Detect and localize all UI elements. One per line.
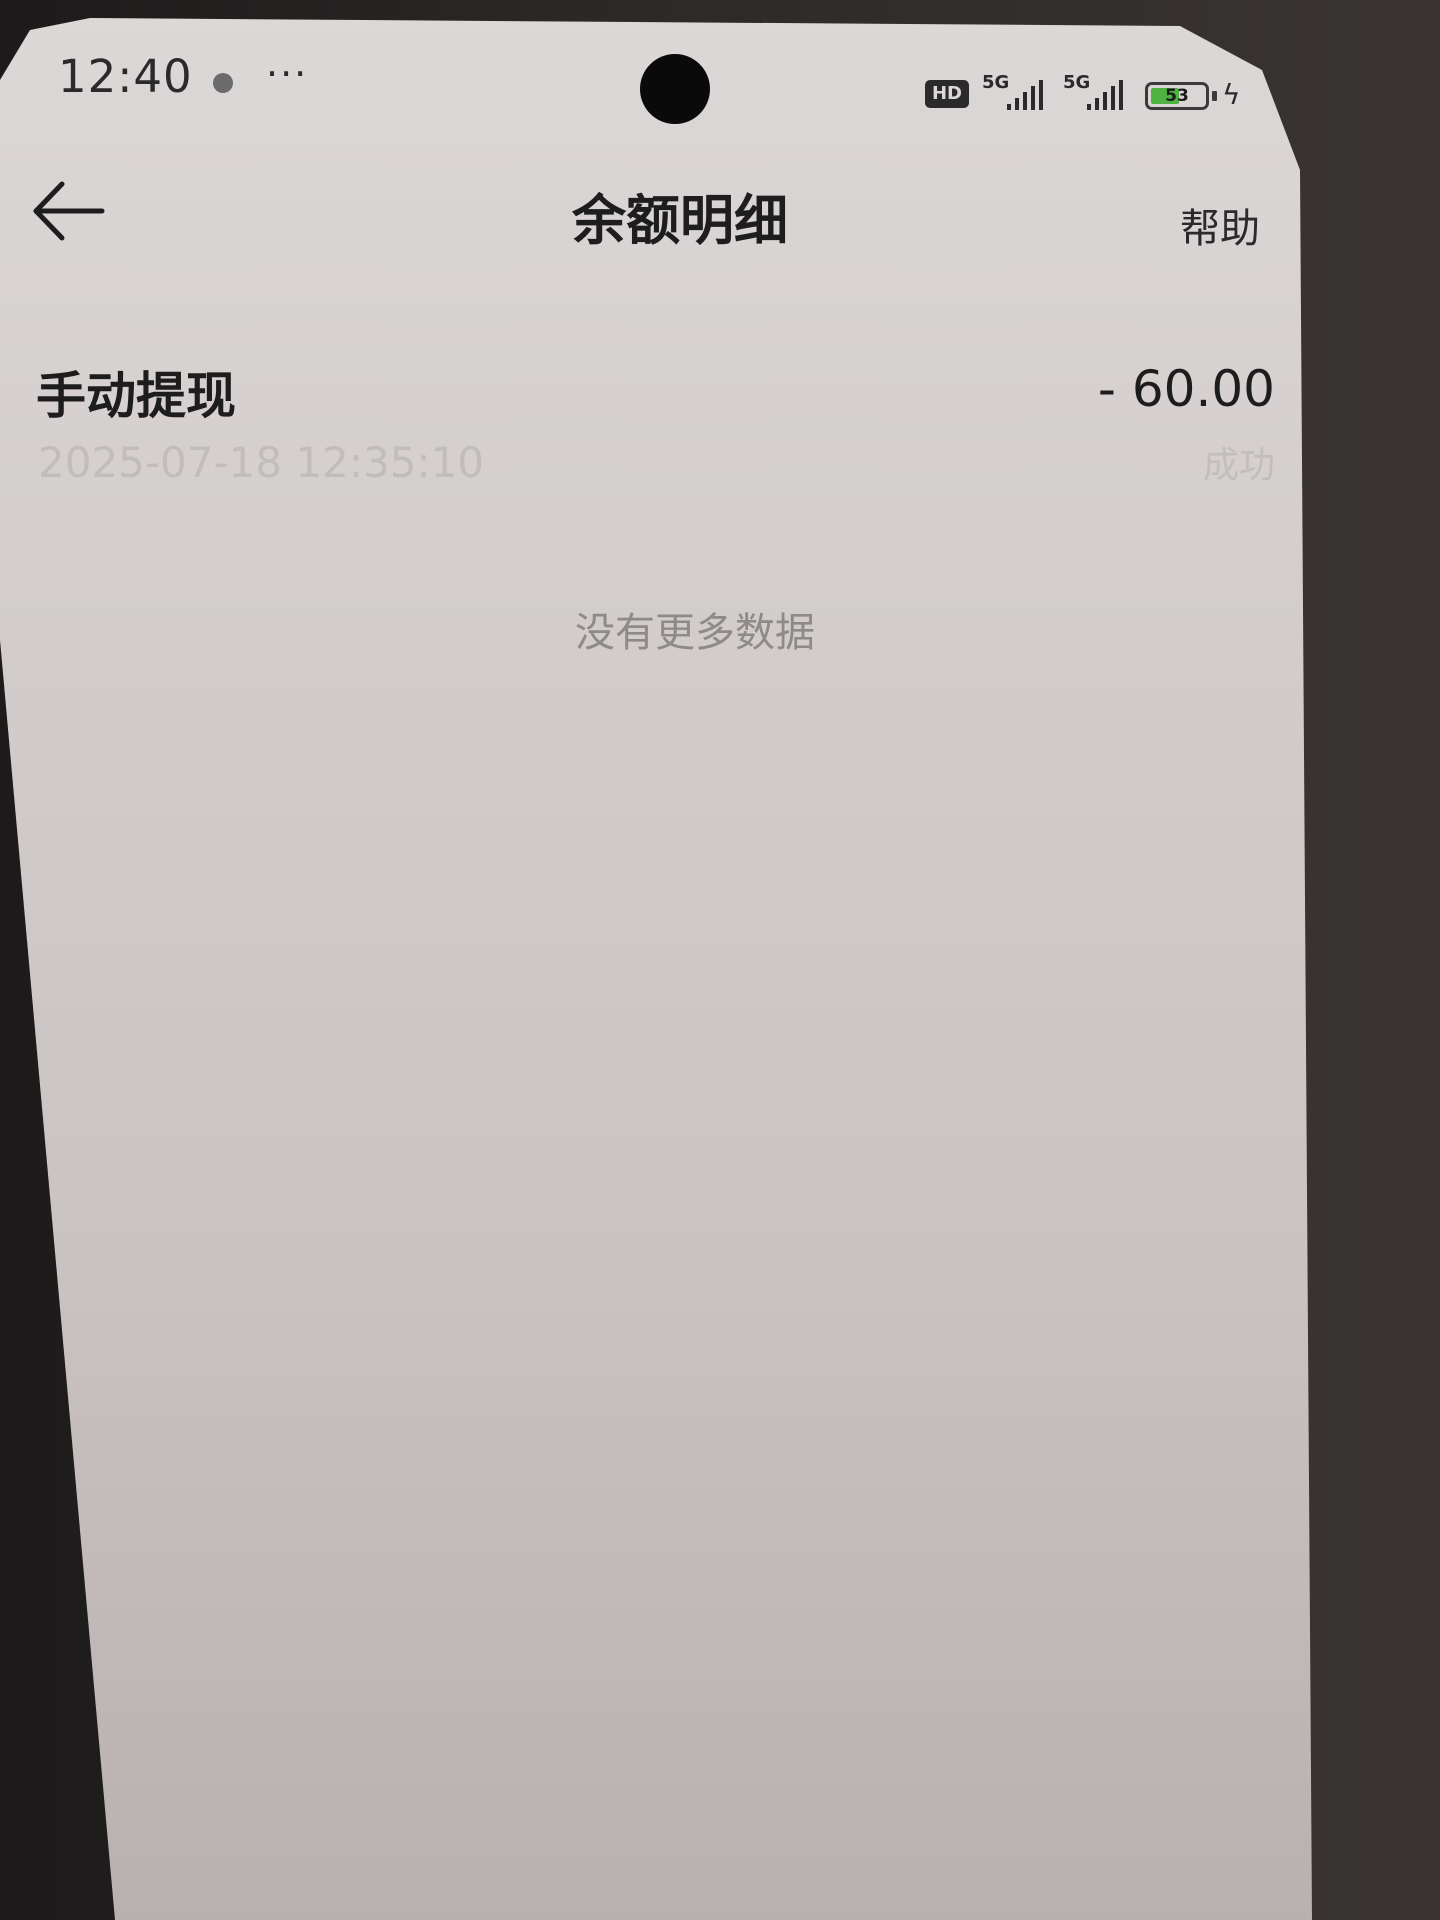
sim1-signal-icon	[1007, 80, 1043, 110]
balance-record-row[interactable]: 手动提现 - 60.00 2025-07-18 12:35:10 成功	[30, 340, 1275, 490]
notification-dot-icon	[213, 73, 233, 93]
battery-level-text: 53	[1165, 86, 1189, 106]
phone-screen	[0, 18, 1312, 1920]
no-more-data-text: 没有更多数据	[575, 610, 815, 656]
more-notifications-icon: ···	[266, 52, 309, 96]
back-button[interactable]	[30, 176, 110, 246]
record-timestamp: 2025-07-18 12:35:10	[38, 438, 485, 487]
back-arrow-icon	[33, 181, 105, 241]
page-title: 余额明细	[572, 189, 788, 252]
hd-voice-icon: HD	[925, 80, 969, 108]
sim2-signal-icon	[1087, 80, 1123, 110]
battery-icon: 53	[1145, 82, 1209, 110]
battery-cap	[1212, 91, 1217, 101]
charging-bolt-icon: ϟ	[1222, 78, 1241, 111]
record-status: 成功	[1202, 445, 1275, 486]
record-title: 手动提现	[36, 367, 236, 425]
status-icons: HD 5G 5G 53 ϟ	[925, 72, 1250, 122]
record-amount: - 60.00	[1097, 360, 1275, 418]
status-time: 12:40	[58, 50, 193, 103]
front-camera-cutout	[640, 54, 710, 124]
help-button[interactable]: 帮助	[1180, 196, 1260, 254]
